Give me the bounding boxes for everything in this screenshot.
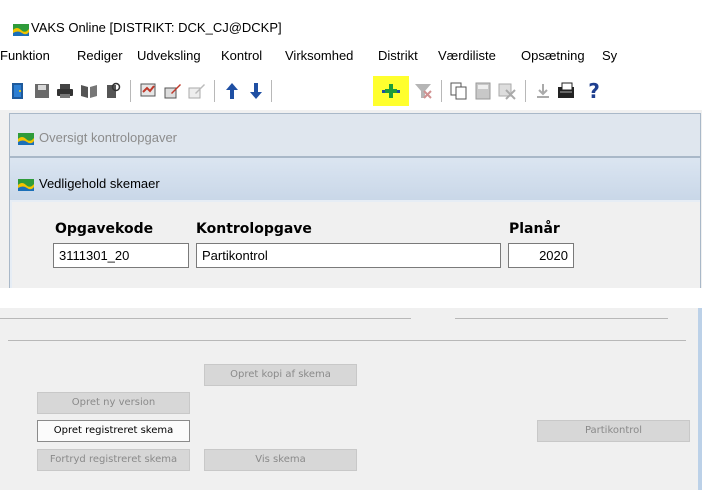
save-icon[interactable] — [30, 79, 54, 103]
toolbar-separator — [271, 80, 272, 102]
calculator-icon — [471, 79, 495, 103]
print-icon[interactable] — [53, 79, 77, 103]
kontrolopgave-field[interactable]: Partikontrol — [196, 243, 501, 268]
kontrolopgave-label: Kontrolopgave — [196, 221, 312, 237]
report-icon[interactable] — [137, 79, 161, 103]
menu-system[interactable]: Sy — [602, 48, 617, 63]
edit-pen-disabled-icon — [185, 79, 209, 103]
divider-line — [8, 340, 686, 341]
arrow-up-icon[interactable] — [220, 79, 244, 103]
overview-window-title[interactable]: Oversigt kontrolopgaver — [39, 130, 177, 145]
planaar-field[interactable]: 2020 — [508, 243, 574, 268]
window-title: VAKS Online [DISTRIKT: DCK_CJ@DCKP] — [31, 20, 282, 35]
menu-funktion[interactable]: Funktion — [0, 48, 50, 63]
maintain-window-title: Vedligehold skemaer — [39, 176, 160, 191]
download-icon — [531, 79, 555, 103]
screenshot-gap — [0, 288, 702, 308]
menu-udveksling[interactable]: Udveksling — [137, 48, 201, 63]
clear-icon — [495, 79, 519, 103]
register-icon[interactable] — [555, 79, 579, 103]
toolbar-separator — [525, 80, 526, 102]
menu-virksomhed[interactable]: Virksomhed — [285, 48, 353, 63]
undo-registered-schema-button[interactable]: Fortryd registreret skema — [37, 449, 190, 471]
menu-bar: Funktion Rediger Udveksling Kontrol Virk… — [0, 40, 702, 70]
app-logo-icon — [18, 132, 34, 150]
create-registered-schema-button[interactable]: Opret registreret skema — [37, 420, 190, 442]
menu-rediger[interactable]: Rediger — [77, 48, 123, 63]
exit-door-icon[interactable] — [6, 79, 30, 103]
menu-vaerdiliste[interactable]: Værdiliste — [438, 48, 496, 63]
partikontrol-button[interactable]: Partikontrol — [537, 420, 690, 442]
menu-kontrol[interactable]: Kontrol — [221, 48, 262, 63]
app-logo-icon — [13, 23, 29, 36]
delete-filter-icon — [411, 79, 435, 103]
planaar-label: Planår — [509, 221, 560, 237]
help-icon[interactable]: ? — [582, 79, 606, 103]
toolbar-separator — [130, 80, 131, 102]
opgavekode-label: Opgavekode — [55, 221, 154, 237]
new-version-button[interactable]: Opret ny version — [37, 392, 190, 414]
edit-pen-icon[interactable] — [161, 79, 185, 103]
arrow-down-icon[interactable] — [244, 79, 268, 103]
window-right-border — [698, 308, 702, 490]
toolbar: ? — [0, 72, 702, 110]
book-open-icon[interactable] — [77, 79, 101, 103]
menu-distrikt[interactable]: Distrikt — [378, 48, 418, 63]
toolbar-separator — [441, 80, 442, 102]
book-search-icon[interactable] — [101, 79, 125, 103]
copy-icon[interactable] — [447, 79, 471, 103]
menu-opsaetning[interactable]: Opsætning — [521, 48, 585, 63]
divider-line — [455, 318, 668, 319]
view-schema-button[interactable]: Vis skema — [204, 449, 357, 471]
toolbar-separator — [214, 80, 215, 102]
divider-line — [0, 318, 411, 319]
app-logo-icon — [18, 178, 34, 196]
copy-schema-button[interactable]: Opret kopi af skema — [204, 364, 357, 386]
opgavekode-field[interactable]: 3111301_20 — [53, 243, 189, 268]
add-row-icon[interactable] — [379, 79, 403, 103]
